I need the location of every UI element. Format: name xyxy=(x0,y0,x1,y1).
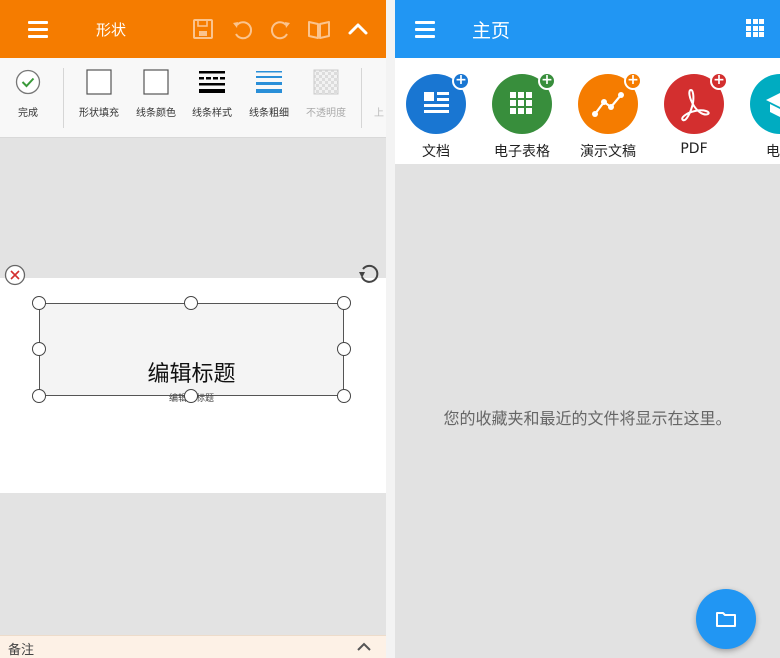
format-ribbon: 完成 形状填充 线条颜色 线条样式 线条粗细 不透明度 上 xyxy=(0,58,386,138)
editor-appbar: 形状 xyxy=(0,0,386,58)
editor-pane: 形状 完成 形状填充 线条颜色 线条样式 线条粗细 不透明度 上 编辑标题 备注 xyxy=(0,0,386,658)
tool-label: 完成 xyxy=(18,108,38,119)
menu-icon[interactable] xyxy=(413,18,437,40)
folder-icon xyxy=(716,612,736,627)
new-file-tiles: + 文档 + 电子表格 + 演示文稿 + PDF 电 xyxy=(395,58,780,164)
line-color-button[interactable]: 线条颜色 xyxy=(127,58,185,138)
tool-label: 上 xyxy=(374,108,384,119)
resize-handle-bottom-left[interactable] xyxy=(32,389,46,403)
undo-icon[interactable] xyxy=(230,17,254,41)
delete-shape-icon[interactable] xyxy=(4,264,26,286)
notes-bar[interactable]: 备注 xyxy=(0,635,386,658)
appbar-title: 主页 xyxy=(472,20,511,42)
resize-handle-right[interactable] xyxy=(337,342,351,356)
collapse-chevron-icon[interactable] xyxy=(346,17,370,41)
rotate-shape-icon[interactable] xyxy=(357,262,381,286)
menu-icon[interactable] xyxy=(26,18,50,40)
done-button[interactable]: 完成 xyxy=(0,58,56,138)
new-pdf-tile[interactable]: + PDF xyxy=(653,58,739,164)
shape-fill-icon xyxy=(86,69,112,95)
open-folder-fab[interactable] xyxy=(696,589,756,649)
grid-view-icon[interactable] xyxy=(746,19,764,37)
new-ebook-tile[interactable]: 电子 xyxy=(739,58,780,164)
pane-divider xyxy=(386,0,395,658)
resize-handle-left[interactable] xyxy=(32,342,46,356)
tool-label: 形状填充 xyxy=(79,108,119,119)
opacity-button[interactable]: 不透明度 xyxy=(297,58,355,138)
checkmark-icon xyxy=(15,69,41,95)
ribbon-divider xyxy=(63,68,64,128)
save-icon[interactable] xyxy=(191,17,215,41)
resize-handle-top-right[interactable] xyxy=(337,296,351,310)
expand-notes-chevron-icon[interactable] xyxy=(356,640,372,654)
new-presentation-tile[interactable]: + 演示文稿 xyxy=(567,58,653,164)
resize-handle-top-left[interactable] xyxy=(32,296,46,310)
line-style-icon xyxy=(199,71,225,93)
new-spreadsheet-tile[interactable]: + 电子表格 xyxy=(481,58,567,164)
home-appbar: 主页 xyxy=(395,0,780,58)
tool-label: 线条颜色 xyxy=(136,108,176,119)
tile-label: 演示文稿 xyxy=(580,144,636,160)
add-badge-icon: + xyxy=(452,72,470,90)
move-up-button[interactable]: 上 xyxy=(362,58,386,138)
add-badge-icon: + xyxy=(538,72,556,90)
tile-label: 电子表格 xyxy=(494,144,550,160)
notes-label: 备注 xyxy=(8,643,35,658)
resize-handle-bottom[interactable] xyxy=(184,389,198,403)
add-badge-icon: + xyxy=(710,72,728,90)
opacity-icon xyxy=(313,69,339,95)
shape-fill-button[interactable]: 形状填充 xyxy=(70,58,128,138)
line-weight-icon xyxy=(256,71,282,93)
ebook-icon xyxy=(766,93,780,117)
add-badge-icon: + xyxy=(624,72,642,90)
appbar-title: 形状 xyxy=(96,21,127,39)
line-style-button[interactable]: 线条样式 xyxy=(183,58,241,138)
tile-label: 文档 xyxy=(422,144,450,160)
new-document-tile[interactable]: + 文档 xyxy=(395,58,481,164)
tile-label: PDF xyxy=(680,141,708,157)
resize-handle-top[interactable] xyxy=(184,296,198,310)
redo-icon[interactable] xyxy=(269,17,293,41)
line-weight-button[interactable]: 线条粗细 xyxy=(240,58,298,138)
line-color-icon xyxy=(143,69,169,95)
tool-label: 线条粗细 xyxy=(249,108,289,119)
home-pane: 主页 + 文档 + 电子表格 + 演示文稿 + PDF 电 您的收藏夹和最近的文… xyxy=(395,0,780,658)
empty-state-message: 您的收藏夹和最近的文件将显示在这里。 xyxy=(443,409,732,428)
tool-label: 不透明度 xyxy=(306,108,346,119)
tool-label: 线条样式 xyxy=(192,108,232,119)
tile-label: 电子 xyxy=(766,144,780,160)
shape-title[interactable]: 编辑标题 xyxy=(39,356,344,388)
resize-handle-bottom-right[interactable] xyxy=(337,389,351,403)
read-mode-icon[interactable] xyxy=(307,17,331,41)
